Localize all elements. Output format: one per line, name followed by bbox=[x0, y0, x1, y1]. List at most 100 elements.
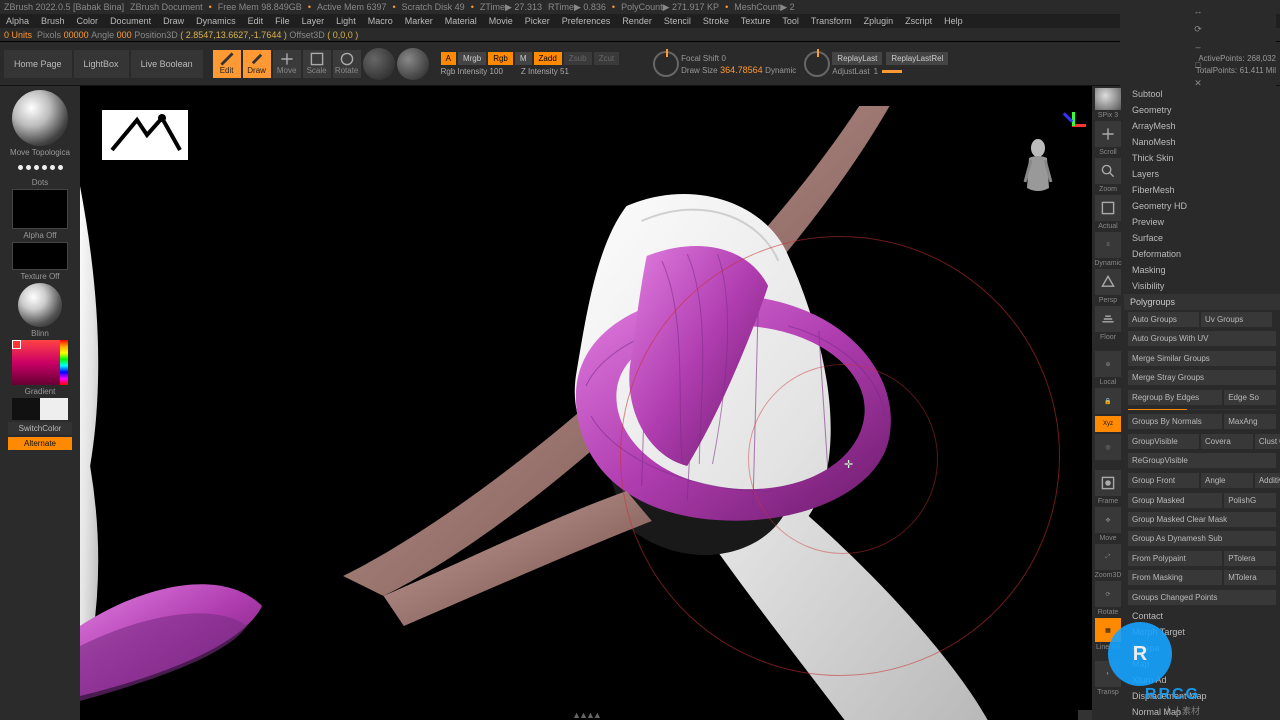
groupvisible-button[interactable]: GroupVisible bbox=[1128, 434, 1199, 449]
panel-header-subtool[interactable]: Subtool bbox=[1124, 86, 1280, 102]
menu-tool[interactable]: Tool bbox=[776, 16, 805, 26]
menu-stencil[interactable]: Stencil bbox=[658, 16, 697, 26]
menu-color[interactable]: Color bbox=[71, 16, 105, 26]
group-front-button[interactable]: Group Front bbox=[1128, 473, 1199, 488]
home-page-button[interactable]: Home Page bbox=[4, 50, 72, 78]
menu-zscript[interactable]: Zscript bbox=[899, 16, 938, 26]
auto-groups-with-uv-button[interactable]: Auto Groups With UV bbox=[1128, 331, 1276, 346]
minimize-icon[interactable]: – bbox=[1192, 41, 1204, 53]
material-thumbnail[interactable] bbox=[18, 283, 62, 327]
menu-material[interactable]: Material bbox=[439, 16, 483, 26]
xyz-button[interactable]: Xyz bbox=[1095, 416, 1121, 432]
rotate-mode-button[interactable]: Rotate bbox=[333, 50, 361, 78]
scale-mode-button[interactable]: Scale bbox=[303, 50, 331, 78]
regroup-by-edges-button[interactable]: Regroup By Edges bbox=[1128, 390, 1222, 405]
switch-color-button[interactable]: SwitchColor bbox=[8, 422, 72, 435]
from-masking-button[interactable]: From Masking bbox=[1128, 570, 1222, 585]
menu-draw[interactable]: Draw bbox=[157, 16, 190, 26]
group-as-dynamesh-sub-button[interactable]: Group As Dynamesh Sub bbox=[1128, 531, 1276, 546]
adjust-last-value[interactable]: 1 bbox=[874, 67, 878, 76]
dynamic-label[interactable]: Dynamic bbox=[765, 66, 796, 75]
panel-header-surface[interactable]: Surface bbox=[1124, 230, 1280, 246]
color-swatch-pair[interactable] bbox=[12, 398, 68, 420]
texture-thumbnail[interactable] bbox=[12, 242, 68, 270]
mtolera-button[interactable]: MTolera bbox=[1224, 570, 1276, 585]
panel-header-nanomesh[interactable]: NanoMesh bbox=[1124, 134, 1280, 150]
zadd-chip[interactable]: Zadd bbox=[534, 52, 562, 65]
menu-alpha[interactable]: Alpha bbox=[0, 16, 35, 26]
m-chip[interactable]: M bbox=[515, 52, 532, 65]
panel-header-geometry-hd[interactable]: Geometry HD bbox=[1124, 198, 1280, 214]
stroke-thumbnail[interactable] bbox=[18, 159, 63, 176]
panel-header-arraymesh[interactable]: ArrayMesh bbox=[1124, 118, 1280, 134]
menu-texture[interactable]: Texture bbox=[735, 16, 777, 26]
edge-so-button[interactable]: Edge So bbox=[1224, 390, 1276, 405]
maxang-button[interactable]: MaxAng bbox=[1224, 414, 1276, 429]
panel-header-polypa[interactable]: Polypa bbox=[1124, 640, 1280, 656]
spix-label[interactable]: SPix 3 bbox=[1098, 112, 1118, 119]
live-boolean-button[interactable]: Live Boolean bbox=[131, 50, 203, 78]
replay-last-button[interactable]: ReplayLast bbox=[832, 52, 882, 65]
actual-icon[interactable] bbox=[1095, 195, 1121, 221]
menu-movie[interactable]: Movie bbox=[483, 16, 519, 26]
merge-similar-groups-button[interactable]: Merge Similar Groups bbox=[1128, 351, 1276, 366]
rgb-chip[interactable]: Rgb bbox=[488, 52, 513, 65]
panel-header-xturn-ad[interactable]: Xturn Ad bbox=[1124, 672, 1280, 688]
additiv-button[interactable]: Additiv bbox=[1255, 473, 1280, 488]
move-icon[interactable]: ✥ bbox=[1095, 507, 1121, 533]
reset-layout-icon[interactable]: ⟳ bbox=[1192, 23, 1204, 35]
menu-zplugin[interactable]: Zplugin bbox=[858, 16, 900, 26]
move-mode-button[interactable]: Move bbox=[273, 50, 301, 78]
panel-header-map[interactable]: Map bbox=[1124, 656, 1280, 672]
tray-handle-icon[interactable]: ▲▲▲▲ bbox=[572, 710, 600, 720]
material-preview-icon[interactable] bbox=[363, 48, 395, 80]
groups-changed-points-button[interactable]: Groups Changed Points bbox=[1128, 590, 1276, 605]
zoom-icon[interactable] bbox=[1095, 158, 1121, 184]
auto-groups-button[interactable]: Auto Groups bbox=[1128, 312, 1199, 327]
merge-stray-groups-button[interactable]: Merge Stray Groups bbox=[1128, 370, 1276, 385]
menu-marker[interactable]: Marker bbox=[399, 16, 439, 26]
group-masked-clear-mask-button[interactable]: Group Masked Clear Mask bbox=[1128, 512, 1276, 527]
axis-gizmo[interactable] bbox=[1060, 112, 1086, 138]
panel-header-contact[interactable]: Contact bbox=[1124, 608, 1280, 624]
draw-size-knob[interactable] bbox=[804, 51, 830, 77]
alternate-button[interactable]: Alternate bbox=[8, 437, 72, 450]
collapse-icon[interactable]: ↔ bbox=[1192, 5, 1204, 17]
regroupvisible-button[interactable]: ReGroupVisible bbox=[1128, 453, 1276, 468]
polygroups-section[interactable]: Polygroups bbox=[1124, 294, 1280, 310]
menu-preferences[interactable]: Preferences bbox=[556, 16, 617, 26]
focal-shift-value[interactable]: 0 bbox=[721, 54, 725, 63]
local-icon[interactable]: ⊕ bbox=[1095, 351, 1121, 377]
z-intensity-value[interactable]: 51 bbox=[560, 67, 569, 76]
gradient-label[interactable]: Gradient bbox=[25, 387, 56, 396]
lightbox-button[interactable]: LightBox bbox=[74, 50, 129, 78]
mrgb-chip[interactable]: Mrgb bbox=[458, 52, 486, 65]
panel-header-visibility[interactable]: Visibility bbox=[1124, 278, 1280, 294]
group-masked-button[interactable]: Group Masked bbox=[1128, 493, 1222, 508]
draw-size-value[interactable]: 364.78564 bbox=[720, 65, 763, 75]
panel-header-masking[interactable]: Masking bbox=[1124, 262, 1280, 278]
panel-header-morph-target[interactable]: Morph Target bbox=[1124, 624, 1280, 640]
groups-by-normals-button[interactable]: Groups By Normals bbox=[1128, 414, 1222, 429]
draw-mode-button[interactable]: Draw bbox=[243, 50, 271, 78]
camera-manikin[interactable] bbox=[1018, 136, 1058, 206]
linefill-button[interactable]: ▦ bbox=[1095, 618, 1121, 642]
panel-header-layers[interactable]: Layers bbox=[1124, 166, 1280, 182]
from-polypaint-button[interactable]: From Polypaint bbox=[1128, 551, 1222, 566]
viewport-thumbnail[interactable] bbox=[102, 110, 188, 160]
mesh-preview-icon[interactable] bbox=[1095, 88, 1121, 110]
alpha-thumbnail[interactable] bbox=[12, 189, 68, 229]
menu-light[interactable]: Light bbox=[330, 16, 362, 26]
menu-document[interactable]: Document bbox=[104, 16, 157, 26]
zoom3d-icon[interactable]: ⤢ bbox=[1095, 544, 1121, 570]
floor-icon[interactable] bbox=[1095, 306, 1121, 332]
panel-header-fibermesh[interactable]: FiberMesh bbox=[1124, 182, 1280, 198]
lock-icon[interactable]: 🔒 bbox=[1095, 388, 1121, 414]
viewport-scroll-corner[interactable] bbox=[1078, 710, 1092, 720]
menu-brush[interactable]: Brush bbox=[35, 16, 71, 26]
persp-icon[interactable] bbox=[1095, 269, 1121, 295]
shader-preview-icon[interactable] bbox=[397, 48, 429, 80]
center-icon[interactable]: ◎ bbox=[1095, 434, 1121, 460]
rotate-icon[interactable]: ⟳ bbox=[1095, 581, 1121, 607]
panel-header-preview[interactable]: Preview bbox=[1124, 214, 1280, 230]
